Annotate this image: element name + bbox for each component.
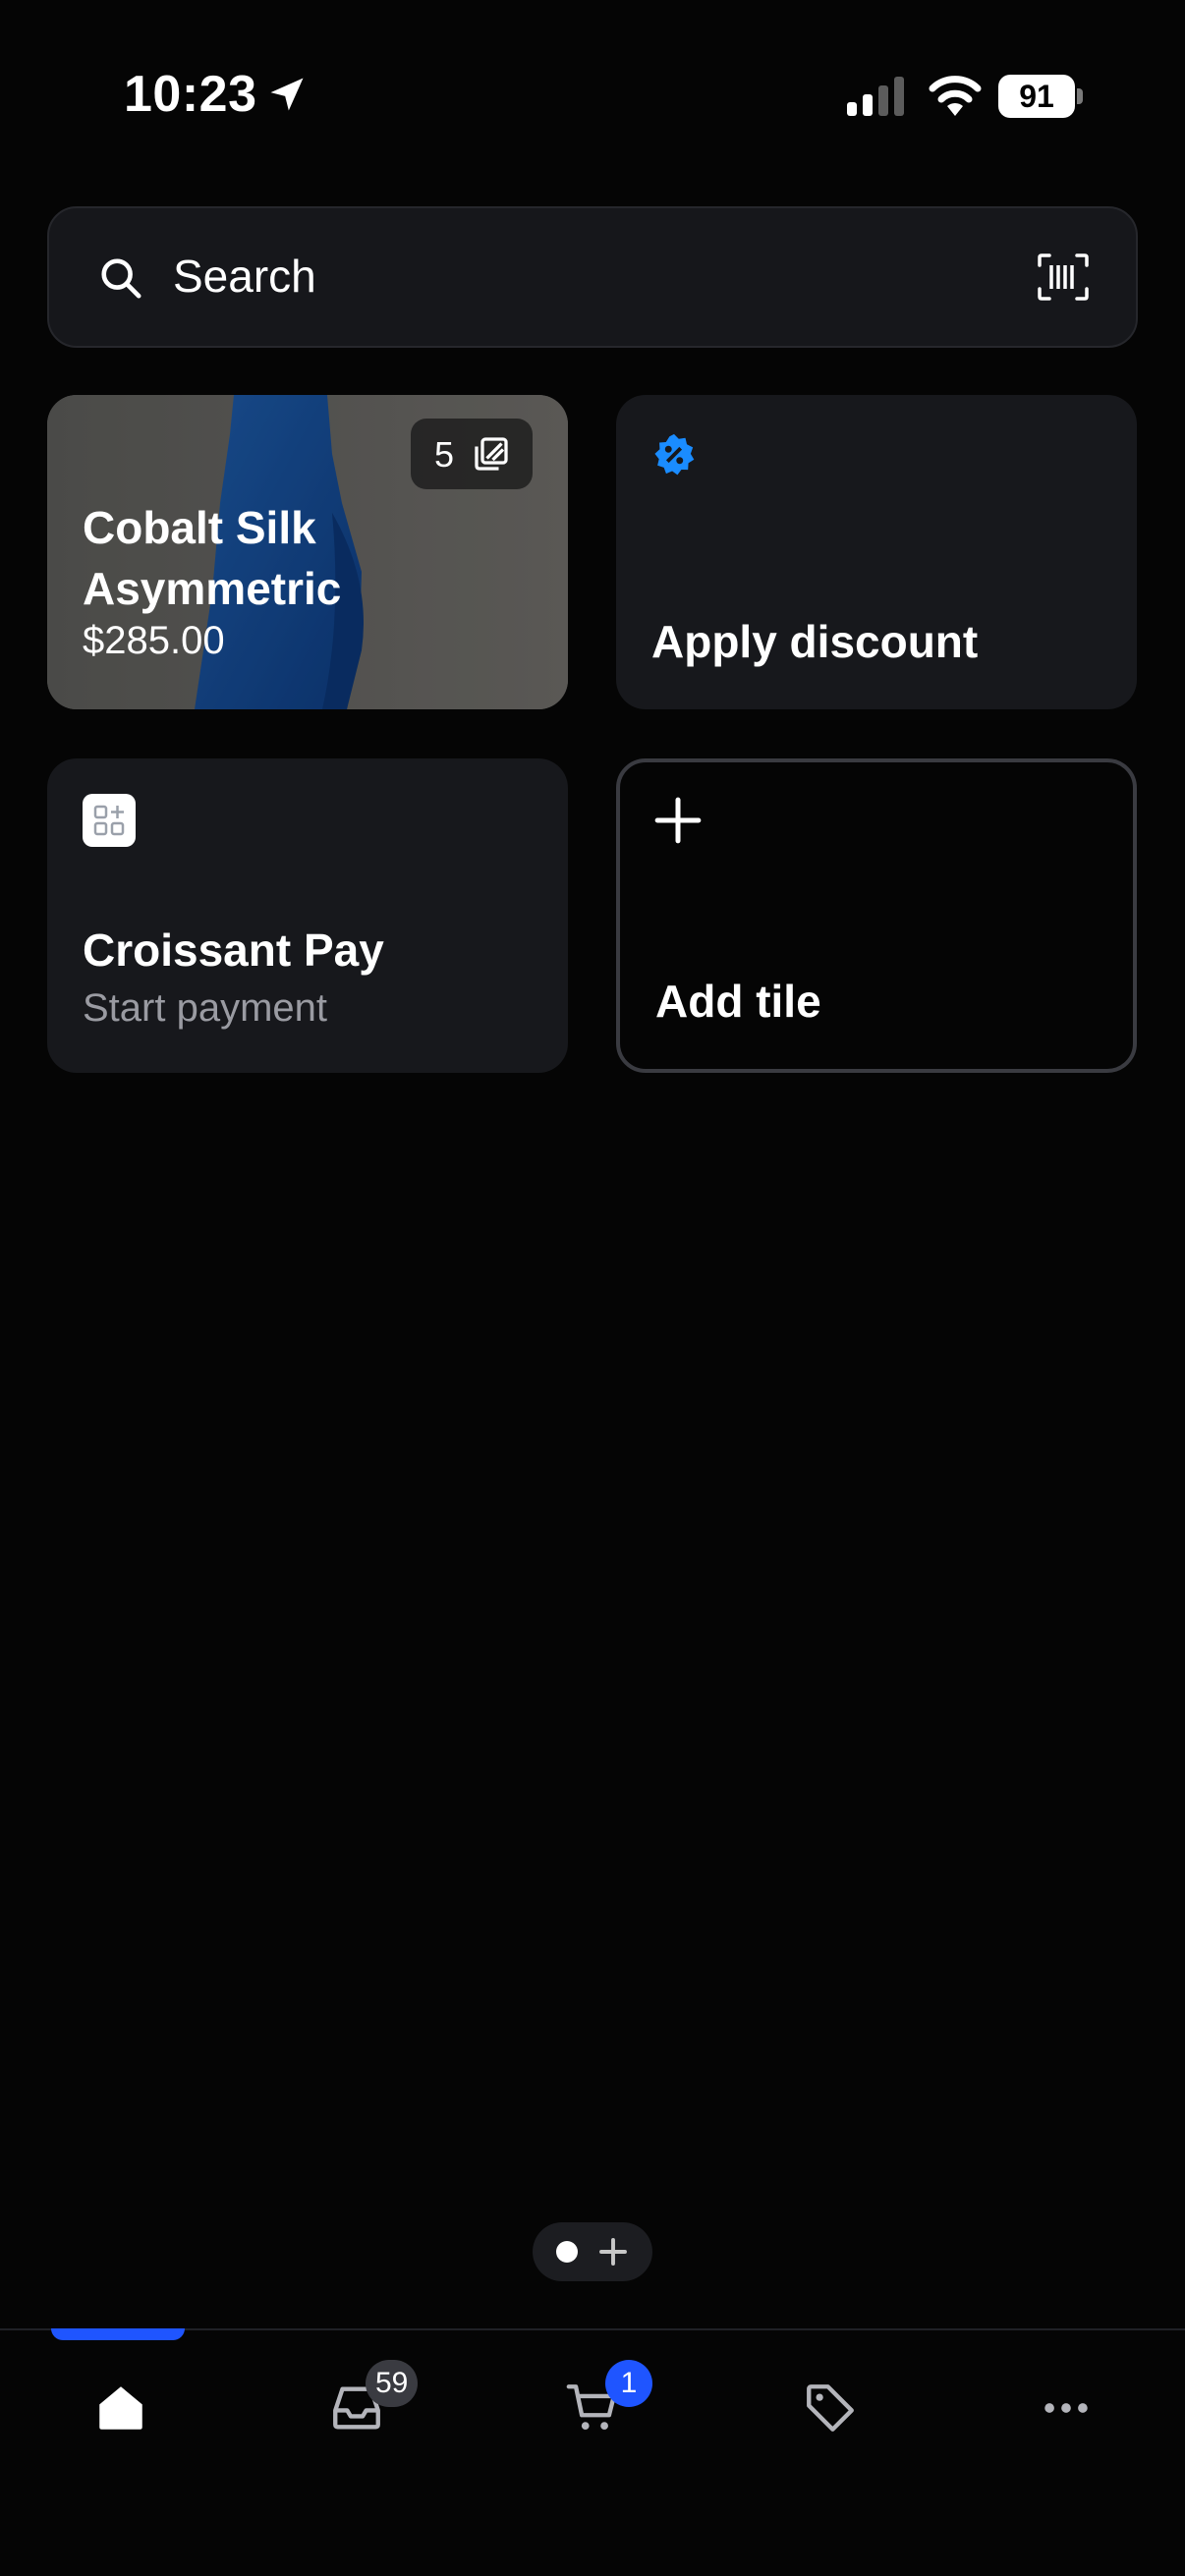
tab-inbox[interactable]: 59 xyxy=(287,2360,424,2478)
image-count-badge: 5 xyxy=(411,419,533,489)
status-bar: 10:23 91 xyxy=(0,0,1185,187)
add-tile-label: Add tile xyxy=(655,976,821,1027)
apply-discount-label: Apply discount xyxy=(651,616,979,667)
croissant-pay-title: Croissant Pay xyxy=(83,924,384,976)
product-name: Cobalt Silk Asymmetric xyxy=(83,502,342,614)
product-tile[interactable]: 5 Cobalt Silk Asymmetric $285.00 xyxy=(47,395,568,709)
active-tab-indicator xyxy=(51,2328,185,2340)
product-price: $285.00 xyxy=(83,619,225,662)
location-arrow-icon xyxy=(270,78,304,111)
images-icon xyxy=(475,437,508,471)
croissant-pay-tile[interactable]: Croissant Pay Start payment xyxy=(47,758,568,1073)
plus-icon xyxy=(654,797,702,844)
wifi-icon xyxy=(929,76,982,116)
apply-discount-tile[interactable]: Apply discount xyxy=(616,395,1137,709)
add-page-icon[interactable] xyxy=(595,2234,631,2269)
app-grid-icon xyxy=(83,794,136,847)
tab-bar: 59 1 xyxy=(0,2328,1185,2576)
inbox-badge: 59 xyxy=(366,2360,419,2407)
signal-icon xyxy=(847,77,904,116)
battery-indicator: 91 xyxy=(998,75,1083,118)
more-icon xyxy=(1044,2403,1088,2413)
battery-level: 91 xyxy=(1019,79,1054,114)
add-tile[interactable]: Add tile xyxy=(616,758,1137,1073)
search-icon xyxy=(101,258,141,299)
discount-badge-icon xyxy=(654,433,695,476)
tag-icon xyxy=(807,2384,854,2432)
tab-cart[interactable]: 1 xyxy=(523,2360,660,2478)
tab-discounts[interactable] xyxy=(761,2360,898,2478)
cart-badge: 1 xyxy=(605,2360,652,2407)
status-time: 10:23 xyxy=(124,66,257,123)
image-count: 5 xyxy=(434,434,455,475)
croissant-pay-subtitle: Start payment xyxy=(83,986,328,1030)
tab-home[interactable] xyxy=(51,2360,189,2478)
search-bar[interactable]: Search xyxy=(47,206,1138,348)
page-dot-active[interactable] xyxy=(556,2241,578,2263)
home-icon xyxy=(99,2386,142,2430)
tab-more[interactable] xyxy=(996,2360,1134,2478)
search-input[interactable]: Search xyxy=(173,250,316,303)
barcode-scan-icon[interactable] xyxy=(1038,253,1089,301)
page-indicator[interactable] xyxy=(533,2222,652,2281)
